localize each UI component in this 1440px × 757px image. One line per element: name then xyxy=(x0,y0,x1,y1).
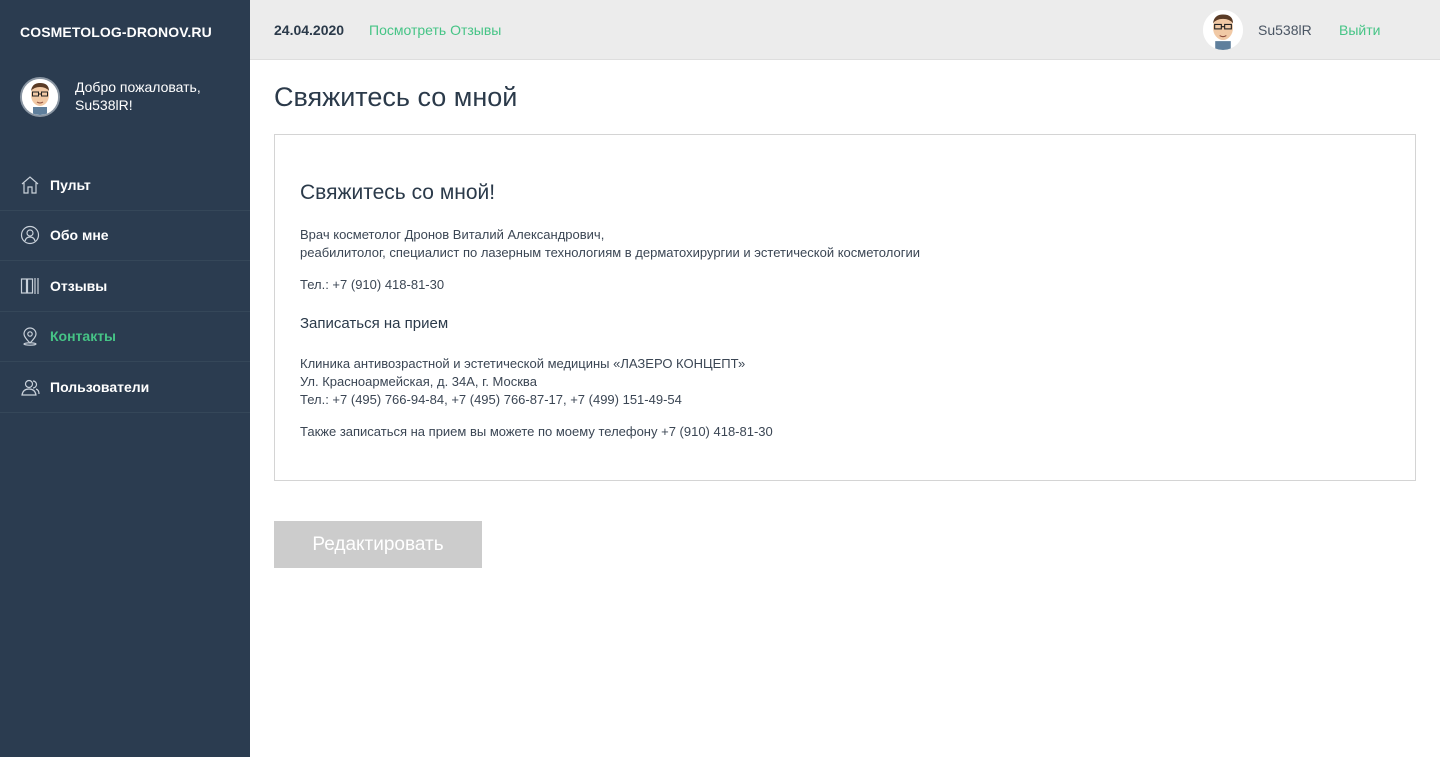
contact-card: Свяжитесь со мной! Врач косметолог Дроно… xyxy=(274,134,1416,481)
sidebar-item-users[interactable]: Пользователи xyxy=(0,362,250,413)
sidebar-item-about[interactable]: Обо мне xyxy=(0,211,250,261)
site-brand[interactable]: COSMETOLOG-DRONOV.RU xyxy=(20,24,212,40)
sidebar-item-label: Отзывы xyxy=(50,277,108,294)
edit-button[interactable]: Редактировать xyxy=(274,521,482,568)
welcome-text: Добро пожаловать, Su538lR! xyxy=(75,78,225,114)
sidebar-item-reviews[interactable]: Отзывы xyxy=(0,261,250,312)
sidebar-item-label: Обо мне xyxy=(50,227,109,244)
location-pin-icon xyxy=(20,326,40,347)
welcome-block: Добро пожаловать, Su538lR! xyxy=(20,77,225,117)
sidebar: COSMETOLOG-DRONOV.RU Добро пожаловать, S… xyxy=(0,0,250,757)
sidebar-item-label: Пользователи xyxy=(50,378,150,395)
page-title: Свяжитесь со мной xyxy=(274,82,518,112)
sidebar-item-dashboard[interactable]: Пульт xyxy=(0,160,250,211)
sidebar-nav: Пульт Обо мне Отзывы Контакты Пользовате… xyxy=(0,160,250,413)
home-icon xyxy=(20,175,40,195)
doctor-phone: Тел.: +7 (910) 418-81-30 xyxy=(300,277,445,292)
current-date: 24.04.2020 xyxy=(274,22,345,38)
welcome-greeting: Добро пожаловать, xyxy=(75,79,201,95)
doctor-intro: Врач косметолог Дронов Виталий Александр… xyxy=(300,226,920,262)
users-icon xyxy=(20,377,40,397)
user-circle-icon xyxy=(20,225,40,245)
clinic-name: Клиника антивозрастной и эстетической ме… xyxy=(300,356,746,371)
view-reviews-link[interactable]: Посмотреть Отзывы xyxy=(369,22,501,38)
clinic-address: Ул. Красноармейская, д. 34А, г. Москва xyxy=(300,374,537,389)
clinic-phones: Тел.: +7 (495) 766-94-84, +7 (495) 766-8… xyxy=(300,392,682,407)
user-avatar[interactable] xyxy=(1203,10,1243,50)
logout-link[interactable]: Выйти xyxy=(1339,22,1380,38)
appointment-heading: Записаться на прием xyxy=(300,315,449,332)
sidebar-item-label: Контакты xyxy=(50,328,117,345)
top-bar: 24.04.2020 Посмотреть Отзывы Su538lR Вый… xyxy=(250,0,1440,60)
sidebar-item-contacts[interactable]: Контакты xyxy=(0,312,250,362)
reviews-icon xyxy=(20,276,40,296)
clinic-info: Клиника антивозрастной и эстетической ме… xyxy=(300,355,745,409)
also-appointment-text: Также записаться на прием вы можете по м… xyxy=(300,424,773,439)
avatar xyxy=(20,77,60,117)
doctor-intro-line: реабилитолог, специалист по лазерным тех… xyxy=(300,245,920,260)
doctor-intro-line: Врач косметолог Дронов Виталий Александр… xyxy=(300,227,605,242)
header-username[interactable]: Su538lR xyxy=(1258,22,1312,38)
card-title: Свяжитесь со мной! xyxy=(300,181,496,204)
sidebar-item-label: Пульт xyxy=(50,176,91,193)
welcome-username: Su538lR! xyxy=(75,97,133,113)
